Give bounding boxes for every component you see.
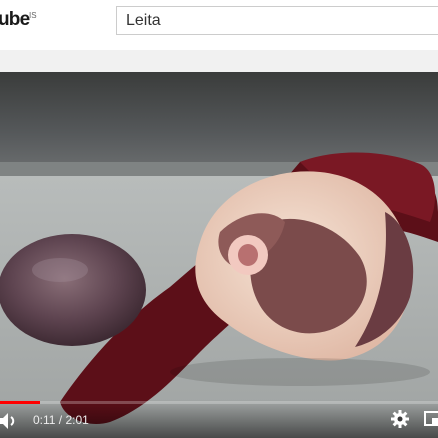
settings-gear-icon	[391, 410, 409, 428]
progress-bar[interactable]	[0, 401, 438, 404]
video-player[interactable]: 0:11 / 2:01	[0, 72, 438, 438]
search-input[interactable]	[116, 6, 438, 35]
player-controls: 0:11 / 2:01	[0, 400, 438, 438]
volume-icon	[0, 413, 15, 429]
page-background	[0, 50, 438, 72]
progress-played	[0, 401, 40, 404]
volume-button[interactable]	[0, 410, 22, 432]
video-frame	[0, 72, 438, 438]
logo-region-code: IS	[29, 11, 37, 20]
time-display: 0:11 / 2:01	[33, 413, 89, 427]
youtube-logo[interactable]: ube	[0, 9, 30, 31]
miniplayer-button[interactable]	[422, 409, 438, 429]
miniplayer-icon	[424, 411, 438, 426]
settings-button[interactable]	[389, 408, 411, 430]
masthead: ube IS	[0, 0, 438, 50]
